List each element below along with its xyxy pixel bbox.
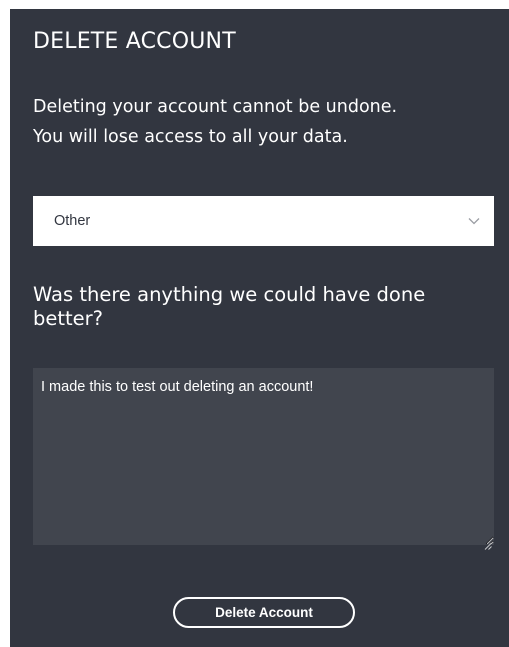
warning-message: Deleting your account cannot be undone. …	[33, 92, 503, 152]
warning-line-1: Deleting your account cannot be undone.	[33, 97, 398, 117]
dialog-title: DELETE ACCOUNT	[33, 29, 236, 54]
delete-account-panel: DELETE ACCOUNT Deleting your account can…	[10, 9, 509, 647]
feedback-textarea[interactable]: I made this to test out deleting an acco…	[33, 368, 494, 545]
delete-account-button[interactable]: Delete Account	[173, 597, 355, 628]
warning-line-2: You will lose access to all your data.	[33, 127, 348, 147]
reason-select[interactable]: Other	[33, 196, 494, 246]
reason-select-value: Other	[54, 213, 91, 229]
feedback-question: Was there anything we could have done be…	[33, 283, 426, 330]
chevron-down-icon	[468, 217, 480, 225]
